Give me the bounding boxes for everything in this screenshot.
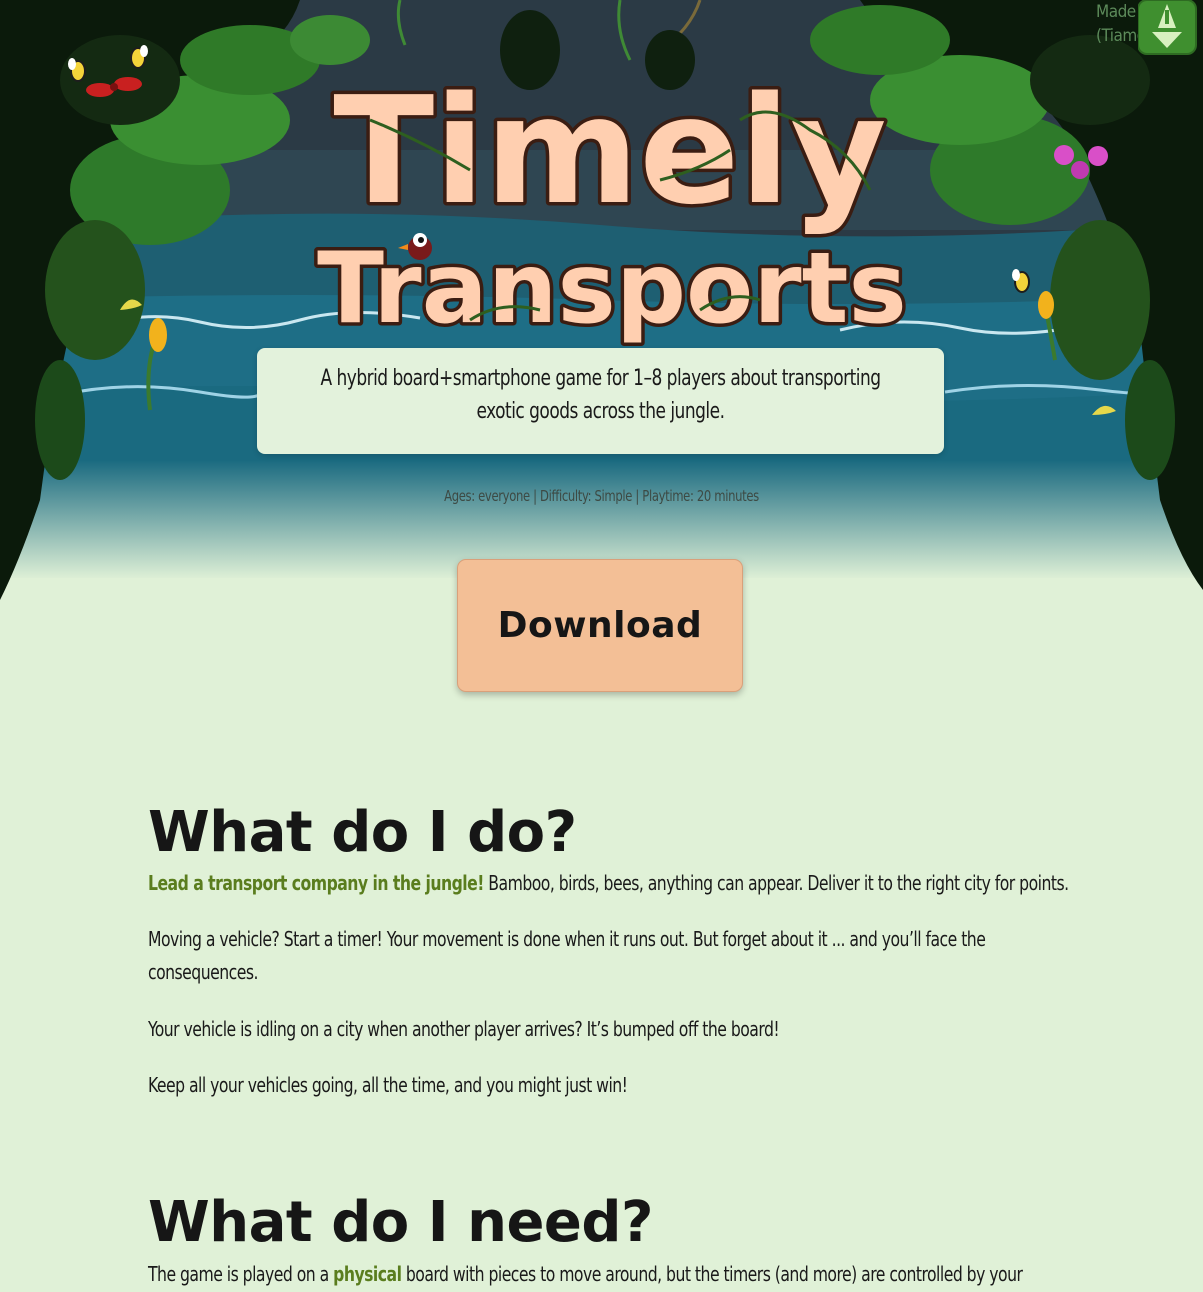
download-button[interactable]: Download bbox=[457, 559, 743, 692]
hero-banner: Timely Transports Made b (Tiamo A hybrid… bbox=[0, 0, 1203, 692]
paragraph: The game is played on a physical board w… bbox=[148, 1262, 1023, 1286]
paragraph-line: consequences. bbox=[148, 960, 258, 984]
paragraph: Lead a transport company in the jungle! … bbox=[148, 871, 1069, 895]
paragraph: Keep all your vehicles going, all the ti… bbox=[148, 1073, 628, 1097]
highlight-text: Lead a transport company in the jungle! bbox=[148, 871, 484, 895]
paragraph-text: board with pieces to move around, but th… bbox=[401, 1262, 1023, 1286]
title-line-1: Timely bbox=[333, 65, 886, 237]
logo-badge-icon[interactable] bbox=[1138, 0, 1198, 56]
paragraph-text: The game is played on a bbox=[148, 1262, 334, 1286]
game-stats: Ages: everyone | Difficulty: Simple | Pl… bbox=[444, 487, 759, 505]
paragraph-line: Moving a vehicle? Start a timer! Your mo… bbox=[148, 927, 986, 951]
tagline-line-2: exotic goods across the jungle. bbox=[476, 399, 725, 424]
paragraph-text: Bamboo, birds, bees, anything can appear… bbox=[483, 871, 1069, 895]
tagline-box: A hybrid board+smartphone game for 1–8 p… bbox=[257, 348, 944, 454]
paragraph: Your vehicle is idling on a city when an… bbox=[148, 1017, 780, 1041]
jungle-illustration: Timely Transports bbox=[0, 0, 1203, 620]
section-heading-what-do-i-do: What do I do? bbox=[148, 800, 577, 865]
section-heading-what-do-i-need: What do I need? bbox=[148, 1190, 653, 1255]
tagline-line-1: A hybrid board+smartphone game for 1–8 p… bbox=[320, 366, 881, 391]
physical-link[interactable]: physical bbox=[333, 1262, 402, 1286]
